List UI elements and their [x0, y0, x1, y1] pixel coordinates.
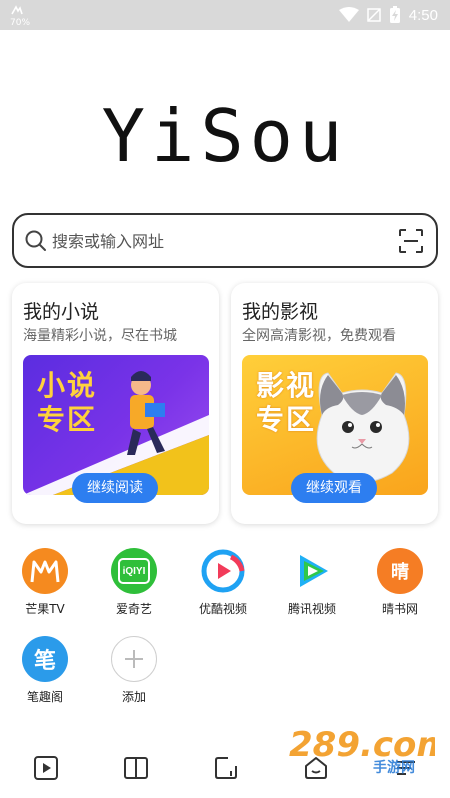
novel-card-subtitle: 海量精彩小说，尽在书城 — [23, 328, 177, 344]
app-logo: YiSou — [101, 94, 349, 178]
nav-book-button[interactable] — [121, 753, 151, 783]
novel-banner-line2: 专区 — [37, 403, 98, 436]
iqiyi-icon: iQIYI — [111, 548, 157, 594]
book-icon — [124, 757, 148, 779]
nav-video-button[interactable] — [31, 753, 61, 783]
novel-banner-heading: 小说 专区 — [37, 369, 97, 437]
video-banner-line1: 影视 — [256, 369, 317, 402]
novel-card-title: 我的小说 — [23, 301, 100, 323]
video-banner-line2: 专区 — [256, 403, 317, 436]
watermark-sub: 手游网 — [373, 759, 415, 776]
video-banner-heading: 影视 专区 — [256, 369, 316, 437]
mango-tv-icon — [22, 548, 68, 594]
status-bar: 70% 4:50 — [0, 0, 450, 30]
status-left-indicator: 70% — [10, 5, 30, 28]
app-label: 晴书网 — [381, 602, 418, 616]
wifi-icon — [338, 7, 359, 22]
continue-reading-button[interactable]: 继续阅读 — [72, 473, 158, 503]
nav-tabs-button[interactable] — [211, 753, 241, 783]
watermark-logo: 289.com 手游网 — [285, 718, 450, 778]
battery-charging-icon — [389, 6, 400, 23]
add-app-button[interactable]: 添加 — [99, 636, 169, 705]
app-label: 芒果TV — [25, 602, 65, 616]
biquge-glyph: 笔 — [33, 649, 56, 674]
novel-card[interactable]: 我的小说 海量精彩小说，尽在书城 小说 专区 继续阅读 — [12, 283, 219, 524]
video-card-title: 我的影视 — [242, 301, 319, 323]
app-biquge[interactable]: 笔 笔趣阁 — [10, 636, 80, 705]
search-bar[interactable] — [12, 213, 438, 268]
app-label: 爱奇艺 — [115, 602, 152, 616]
iqiyi-badge: iQIYI — [118, 558, 150, 584]
signal-off-icon — [367, 8, 381, 22]
app-youku[interactable]: 优酷视频 — [188, 548, 258, 617]
search-input[interactable] — [52, 227, 382, 255]
video-card-subtitle: 全网高清影视，免费观看 — [242, 328, 396, 344]
video-play-icon — [34, 756, 58, 780]
status-time: 4:50 — [408, 6, 438, 24]
app-tencent-video[interactable]: 腾讯视频 — [277, 548, 347, 617]
novel-banner-line1: 小说 — [37, 369, 98, 402]
fitness-icon — [11, 5, 23, 15]
continue-watching-button[interactable]: 继续观看 — [291, 473, 377, 503]
biquge-icon: 笔 — [22, 636, 68, 682]
status-left-label: 70% — [10, 18, 31, 28]
video-card[interactable]: 我的影视 全网高清影视，免费观看 影视 专区 继续观看 — [231, 283, 438, 524]
tencent-video-icon — [289, 548, 335, 594]
app-label: 添加 — [121, 690, 146, 704]
app-label: 优酷视频 — [198, 602, 247, 616]
search-icon — [25, 230, 46, 251]
watermark-text: 289.com — [289, 725, 435, 765]
qingshu-glyph: 晴 — [391, 562, 409, 583]
app-label: 腾讯视频 — [287, 602, 336, 616]
tab-window-icon — [215, 757, 237, 779]
app-mango-tv[interactable]: 芒果TV — [10, 548, 80, 617]
qingshu-icon: 晴 — [377, 548, 423, 594]
youku-icon — [200, 548, 246, 594]
add-icon — [111, 636, 157, 682]
app-label: 笔趣阁 — [26, 690, 63, 704]
scan-icon[interactable] — [398, 228, 424, 254]
app-qingshu[interactable]: 晴 晴书网 — [365, 548, 435, 617]
app-iqiyi[interactable]: iQIYI 爱奇艺 — [99, 548, 169, 617]
